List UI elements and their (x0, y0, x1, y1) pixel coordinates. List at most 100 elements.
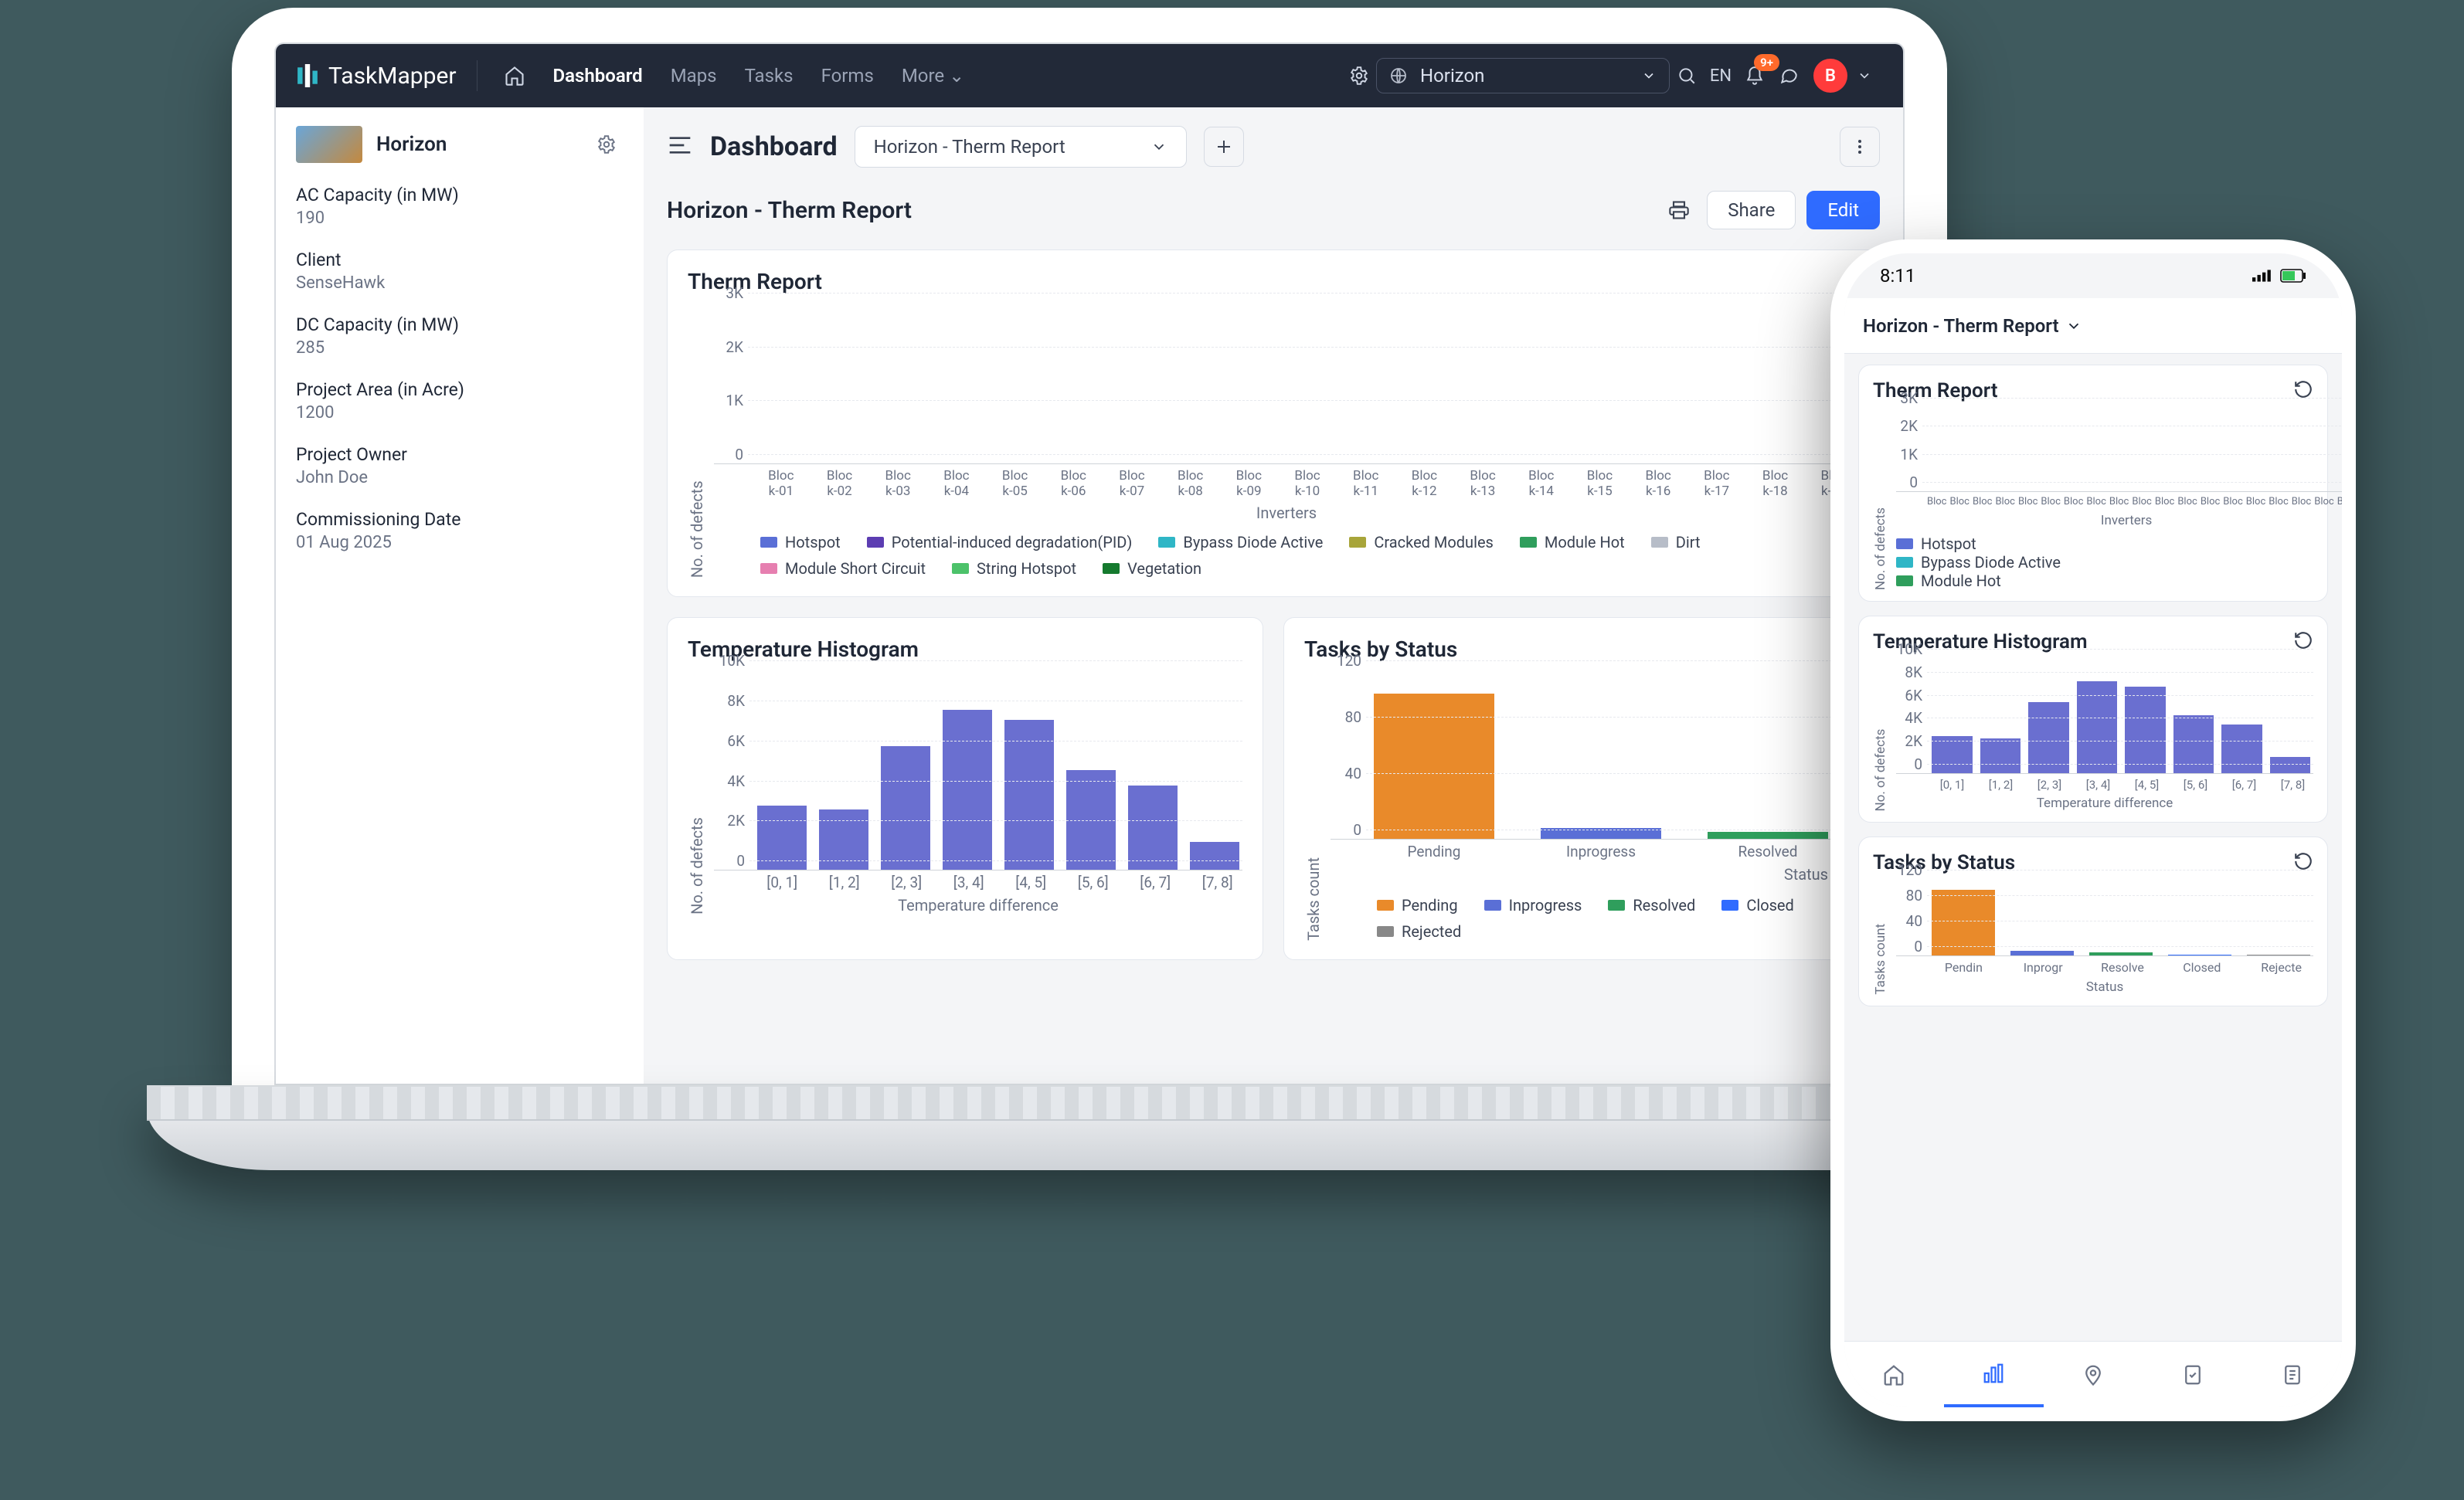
bar (881, 746, 930, 870)
edit-button[interactable]: Edit (1806, 191, 1880, 229)
tasks-by-status-xlabel: Status (1331, 865, 1828, 884)
phone-therm-legend: HotspotBypass Diode ActiveModule Hot (1896, 535, 2342, 590)
chevron-down-icon (1150, 138, 1167, 155)
nav-link-maps[interactable]: Maps (671, 65, 717, 87)
phone-tab-map[interactable] (2044, 1342, 2143, 1407)
view-selector-value: Horizon - Therm Report (874, 136, 1150, 158)
avatar-menu-chevron-icon[interactable] (1847, 59, 1881, 93)
sidebar-field-label: Project Owner (296, 444, 624, 465)
print-icon[interactable] (1662, 193, 1696, 227)
phone-frame: 8:11 Horizon - Therm Report Therm Report… (1830, 239, 2356, 1421)
phone-tasks-card: Tasks by Status Tasks count 04080120 Pen… (1858, 837, 2328, 1006)
laptop-base (147, 1085, 2032, 1170)
laptop-bezel: TaskMapper DashboardMapsTasksFormsMore⌄ … (232, 8, 1947, 1085)
legend-item[interactable]: Potential-induced degradation(PID) (867, 533, 1133, 551)
top-nav: TaskMapper DashboardMapsTasksFormsMore⌄ … (276, 44, 1903, 107)
phone-tab-tasks[interactable] (2143, 1342, 2242, 1407)
report-title-row: Horizon - Therm Report Share Edit (667, 191, 1880, 229)
battery-icon (2280, 269, 2306, 283)
project-thumbnail (296, 126, 362, 163)
temperature-histogram-xlabel: Temperature difference (714, 896, 1242, 915)
phone-tab-forms[interactable] (2242, 1342, 2342, 1407)
page-title: Dashboard (710, 131, 838, 162)
temperature-histogram-card: Temperature Histogram No. of defects 02K… (667, 617, 1263, 960)
project-name: Horizon (376, 133, 576, 156)
legend-item[interactable]: Bypass Diode Active (1158, 533, 1323, 551)
more-menu-button[interactable] (1840, 127, 1880, 167)
sidebar-field-label: Commissioning Date (296, 509, 624, 530)
legend-item[interactable]: Vegetation (1103, 559, 1201, 578)
report-title: Horizon - Therm Report (667, 197, 912, 224)
nav-links: Dashboard Maps Tasks Forms More⌄ (553, 65, 965, 87)
therm-report-card: Therm Report No. of defects 01K2K3K Bloc… (667, 249, 1880, 597)
globe-icon (1389, 66, 1408, 85)
search-icon[interactable] (1670, 59, 1704, 93)
menu-icon[interactable] (667, 136, 693, 158)
logo-text: TaskMapper (328, 63, 457, 90)
add-view-button[interactable] (1204, 127, 1244, 167)
nav-link-more[interactable]: More⌄ (902, 65, 964, 87)
legend-item[interactable]: Pending (1377, 896, 1458, 915)
tasks-by-status-chart: 04080120 (1331, 670, 1859, 840)
phone-tabbar (1844, 1341, 2342, 1407)
temperature-histogram-ylabel: No. of defects (688, 670, 706, 915)
nav-link-tasks[interactable]: Tasks (745, 65, 794, 87)
phone-status-bar: 8:11 (1844, 253, 2342, 298)
phone-tab-home[interactable] (1844, 1342, 1944, 1407)
sidebar-field-label: Client (296, 249, 624, 270)
laptop-screen: TaskMapper DashboardMapsTasksFormsMore⌄ … (274, 42, 1905, 1085)
phone-tasks-xlabel: Status (1896, 979, 2313, 995)
legend-item[interactable]: Module Short Circuit (760, 559, 926, 578)
phone-screen: 8:11 Horizon - Therm Report Therm Report… (1844, 253, 2342, 1407)
phone-view-selector[interactable]: Horizon - Therm Report (1844, 298, 2342, 354)
therm-report-legend: Hotspot Potential-induced degradation(PID… (760, 533, 1859, 578)
org-selector[interactable]: Horizon (1376, 58, 1670, 93)
sidebar-field-value: SenseHawk (296, 273, 624, 293)
view-selector[interactable]: Horizon - Therm Report (855, 126, 1187, 168)
phone-view-value: Horizon - Therm Report (1863, 315, 2059, 337)
legend-item[interactable]: Module Hot (1520, 533, 1625, 551)
phone-tab-dashboard[interactable] (1944, 1342, 2044, 1407)
sidebar-settings-icon[interactable] (590, 127, 624, 161)
phone-histogram-ylabel: No. of defects (1873, 658, 1888, 812)
app-body: Horizon AC Capacity (in MW)190ClientSens… (276, 107, 1903, 1084)
home-icon[interactable] (498, 59, 532, 93)
phone-therm-xlabel: Inverters (1896, 513, 2342, 528)
app-logo[interactable]: TaskMapper (297, 63, 457, 90)
notifications-icon[interactable]: 9+ (1738, 59, 1772, 93)
sidebar-field-value: 190 (296, 209, 624, 228)
legend-item[interactable]: Hotspot (760, 533, 841, 551)
sidebar-field-value: John Doe (296, 468, 624, 487)
legend-item[interactable]: String Hotspot (952, 559, 1076, 578)
sidebar-field-value: 01 Aug 2025 (296, 533, 624, 552)
laptop-frame: TaskMapper DashboardMapsTasksFormsMore⌄ … (232, 8, 1947, 1170)
language-toggle[interactable]: EN (1704, 59, 1738, 93)
legend-item[interactable]: Cracked Modules (1349, 533, 1494, 551)
nav-link-forms[interactable]: Forms (821, 65, 874, 87)
therm-report-xlabel: Inverters (714, 504, 1859, 522)
phone-therm-chart: 01K2K3K (1896, 407, 2342, 492)
phone-tasks-ylabel: Tasks count (1873, 879, 1888, 995)
chevron-down-icon (1641, 68, 1657, 83)
signal-icon (2252, 270, 2272, 282)
phone-histogram-xlabel: Temperature difference (1896, 796, 2313, 811)
page-header: Dashboard Horizon - Therm Report (667, 126, 1880, 168)
legend-item[interactable]: Resolved (1608, 896, 1695, 915)
status-time: 8:11 (1880, 265, 1915, 287)
tasks-by-status-card: Tasks by Status Tasks count 04080120 Pen… (1283, 617, 1880, 960)
legend-item[interactable]: Rejected (1377, 922, 1461, 941)
phone-tasks-chart: 04080120 (1896, 879, 2313, 956)
legend-item[interactable]: Closed (1721, 896, 1794, 915)
avatar[interactable]: B (1813, 59, 1847, 93)
gear-icon[interactable] (1342, 59, 1376, 93)
nav-link-dashboard[interactable]: Dashboard (553, 65, 643, 87)
tasks-by-status-ylabel: Tasks count (1304, 670, 1323, 941)
main-area: Dashboard Horizon - Therm Report (644, 107, 1903, 1084)
therm-report-chart: 01K2K3K (714, 302, 1859, 464)
phone-histogram-card: Temperature Histogram No. of defects 02K… (1858, 616, 2328, 823)
legend-item[interactable]: Inprogress (1484, 896, 1582, 915)
legend-item[interactable]: Dirt (1651, 533, 1701, 551)
sidebar-header: Horizon (296, 126, 624, 163)
share-button[interactable]: Share (1707, 191, 1796, 229)
logo-icon (297, 64, 318, 87)
